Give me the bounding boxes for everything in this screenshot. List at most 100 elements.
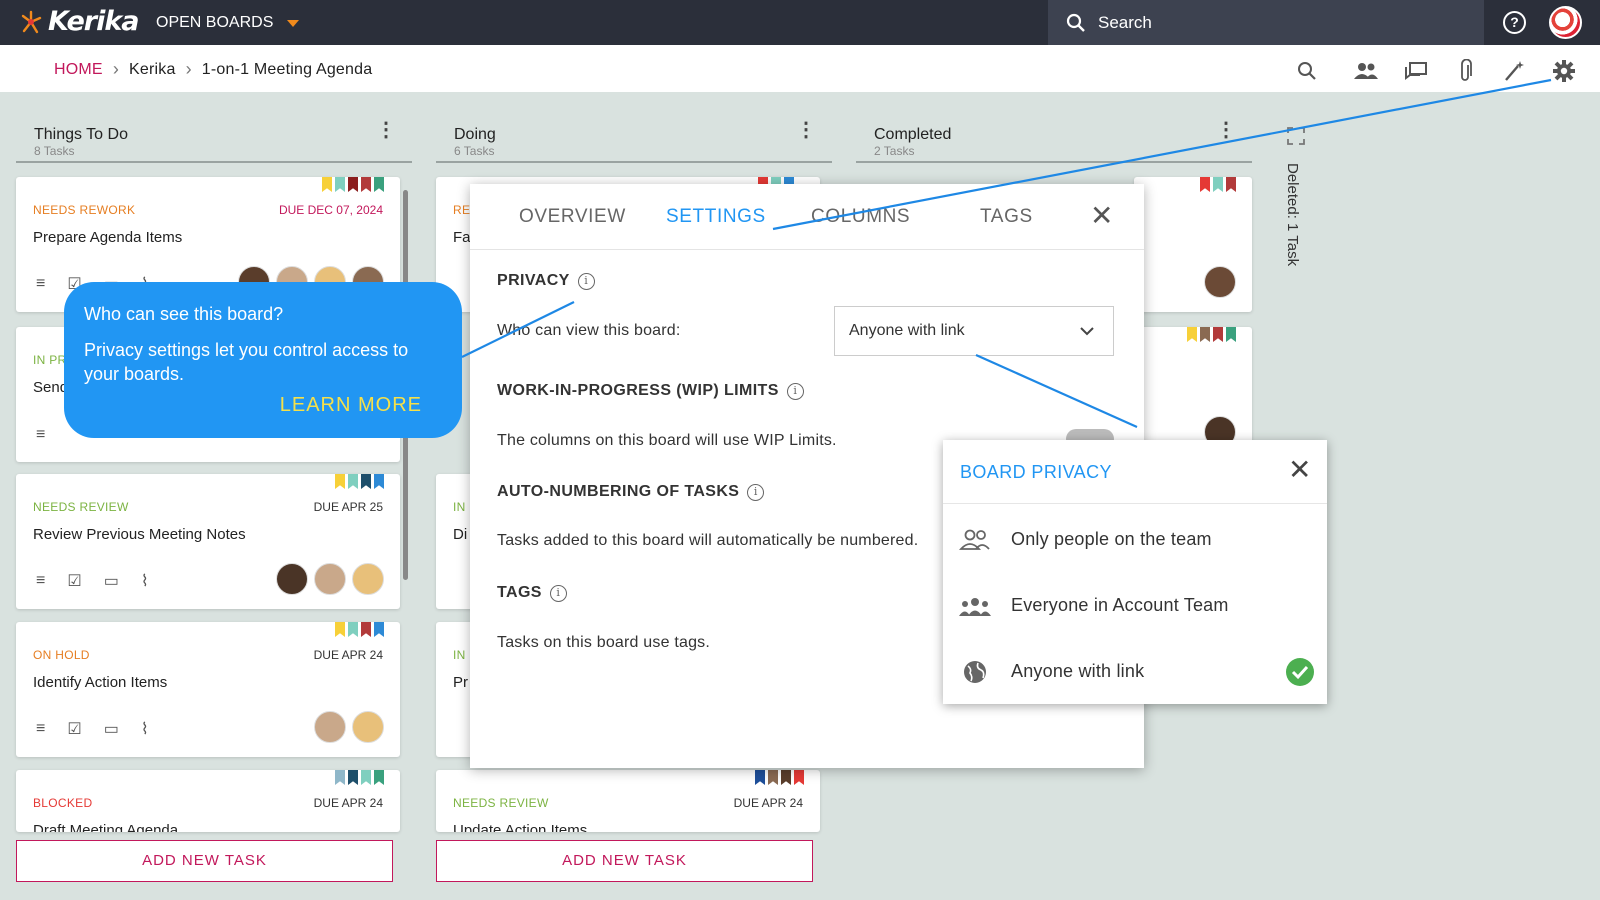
status-badge: IN (453, 648, 466, 662)
card-icons: ≡ (36, 426, 45, 444)
wip-text: The columns on this board will use WIP L… (497, 432, 837, 449)
description-icon: ≡ (36, 275, 46, 292)
privacy-select-value: Anyone with link (849, 322, 965, 339)
chevron-right-icon: › (112, 59, 120, 79)
tag-flags (1187, 327, 1236, 342)
autonum-heading-text: AUTO-NUMBERING OF TASKS (497, 483, 740, 500)
open-boards-menu[interactable]: OPEN BOARDS (156, 14, 300, 32)
kerika-logo[interactable]: Kerika (20, 6, 140, 37)
info-icon[interactable]: i (747, 483, 765, 501)
info-icon[interactable]: i (786, 382, 804, 400)
privacy-option-account[interactable]: Everyone in Account Team (943, 579, 1327, 633)
privacy-label: Who can view this board: (497, 322, 681, 339)
learn-more-link[interactable]: LEARN MORE (280, 394, 422, 417)
checklist-icon: ☑ (67, 573, 82, 590)
option-label: Everyone in Account Team (1011, 595, 1229, 615)
description-icon: ≡ (36, 720, 46, 737)
privacy-heading-text: PRIVACY (497, 272, 570, 289)
breadcrumb-home[interactable]: HOME (54, 61, 103, 79)
status-badge: BLOCKED (33, 796, 93, 810)
deleted-tasks-label[interactable]: Deleted: 1 Task (1284, 163, 1301, 266)
tab-tags[interactable]: TAGS (980, 206, 1033, 228)
check-icon (1286, 658, 1314, 686)
column-count: 8 Tasks (34, 144, 75, 158)
autonum-text: Tasks added to this board will automatic… (497, 532, 919, 549)
settings-tabs: OVERVIEW SETTINGS COLUMNS TAGS ✕ (470, 184, 1144, 250)
tab-settings[interactable]: SETTINGS (666, 206, 766, 228)
description-icon: ≡ (36, 426, 46, 443)
column-menu-icon[interactable]: ⋮ (376, 120, 396, 140)
breadcrumb: HOME › Kerika › 1-on-1 Meeting Agenda (54, 59, 372, 80)
task-card[interactable]: ON HOLD DUE APR 24 Identify Action Items… (16, 622, 400, 757)
status-badge: RE (453, 203, 471, 217)
user-avatar[interactable] (1549, 6, 1582, 39)
close-icon[interactable]: ✕ (1090, 202, 1113, 230)
status-badge: IN (453, 500, 466, 514)
global-search[interactable]: Search (1048, 0, 1484, 45)
task-card[interactable]: NEEDS REVIEW DUE APR 24 Update Action It… (436, 770, 820, 832)
expand-icon[interactable] (1287, 127, 1305, 145)
tag-flags (755, 770, 804, 785)
tab-columns[interactable]: COLUMNS (811, 206, 910, 228)
tag-flags (335, 622, 384, 637)
task-title: Draft Meeting Agenda (33, 822, 179, 832)
tag-flags (335, 770, 384, 785)
chat-icon[interactable] (1404, 59, 1428, 83)
description-icon: ≡ (36, 572, 46, 589)
assignee-avatars (276, 563, 384, 595)
paperclip-icon[interactable] (1453, 59, 1477, 83)
kerika-logo-icon (21, 10, 42, 33)
privacy-heading: PRIVACY i (497, 272, 595, 290)
column-menu-icon[interactable]: ⋮ (1216, 120, 1236, 140)
task-title: Send (33, 379, 69, 396)
column-count: 2 Tasks (874, 144, 915, 158)
due-date: DUE APR 24 (313, 796, 383, 810)
assignee-avatars (1204, 266, 1236, 298)
chevron-right-icon: › (185, 59, 192, 79)
wip-heading-text: WORK-IN-PROGRESS (WIP) LIMITS (497, 382, 779, 399)
option-label: Anyone with link (1011, 661, 1145, 681)
status-badge: ON HOLD (33, 648, 90, 662)
task-card[interactable] (1134, 177, 1252, 312)
globe-icon (964, 661, 986, 683)
caret-down-icon (287, 19, 300, 27)
task-title: Update Action Items (453, 822, 588, 832)
top-bar: Kerika OPEN BOARDS Search ? (0, 0, 1600, 45)
task-title: Review Previous Meeting Notes (33, 526, 246, 543)
tooltip-question: Who can see this board? (84, 304, 284, 324)
wand-icon[interactable] (1502, 59, 1526, 83)
column-menu-icon[interactable]: ⋮ (796, 120, 816, 140)
help-icon[interactable]: ? (1503, 11, 1526, 34)
add-new-task-button[interactable]: ADD NEW TASK (16, 840, 393, 882)
breadcrumb-bar: HOME › Kerika › 1-on-1 Meeting Agenda (0, 45, 1600, 92)
close-icon[interactable]: ✕ (1288, 456, 1311, 484)
breadcrumb-workspace[interactable]: Kerika (129, 61, 176, 79)
gear-icon[interactable] (1552, 59, 1576, 83)
add-new-task-button[interactable]: ADD NEW TASK (436, 840, 813, 882)
checklist-icon: ☑ (67, 721, 82, 738)
column-count: 6 Tasks (454, 144, 495, 158)
group-icon (959, 598, 991, 616)
privacy-tooltip: Who can see this board? Privacy settings… (64, 282, 462, 438)
info-icon[interactable]: i (577, 272, 595, 290)
column-title: Doing (454, 126, 496, 143)
due-date: DUE APR 24 (733, 796, 803, 810)
wip-heading: WORK-IN-PROGRESS (WIP) LIMITS i (497, 382, 804, 400)
column-title: Things To Do (34, 126, 128, 143)
task-card[interactable]: NEEDS REVIEW DUE APR 25 Review Previous … (16, 474, 400, 609)
tab-overview[interactable]: OVERVIEW (519, 206, 626, 228)
search-input[interactable]: Search (1098, 13, 1152, 33)
task-card[interactable]: BLOCKED DUE APR 24 Draft Meeting Agenda (16, 770, 400, 832)
column-title: Completed (874, 126, 952, 143)
status-badge: NEEDS REVIEW (453, 796, 549, 810)
tag-flags (322, 177, 384, 192)
info-icon[interactable]: i (549, 584, 567, 602)
privacy-option-link[interactable]: Anyone with link (943, 645, 1327, 699)
search-icon[interactable] (1295, 59, 1319, 83)
tags-heading-text: TAGS (497, 584, 542, 601)
privacy-option-team[interactable]: Only people on the team (943, 513, 1327, 567)
privacy-select[interactable]: Anyone with link (834, 306, 1114, 356)
chat-icon: ▭ (103, 573, 119, 590)
task-title: Prepare Agenda Items (33, 229, 183, 246)
people-icon[interactable] (1354, 59, 1378, 83)
